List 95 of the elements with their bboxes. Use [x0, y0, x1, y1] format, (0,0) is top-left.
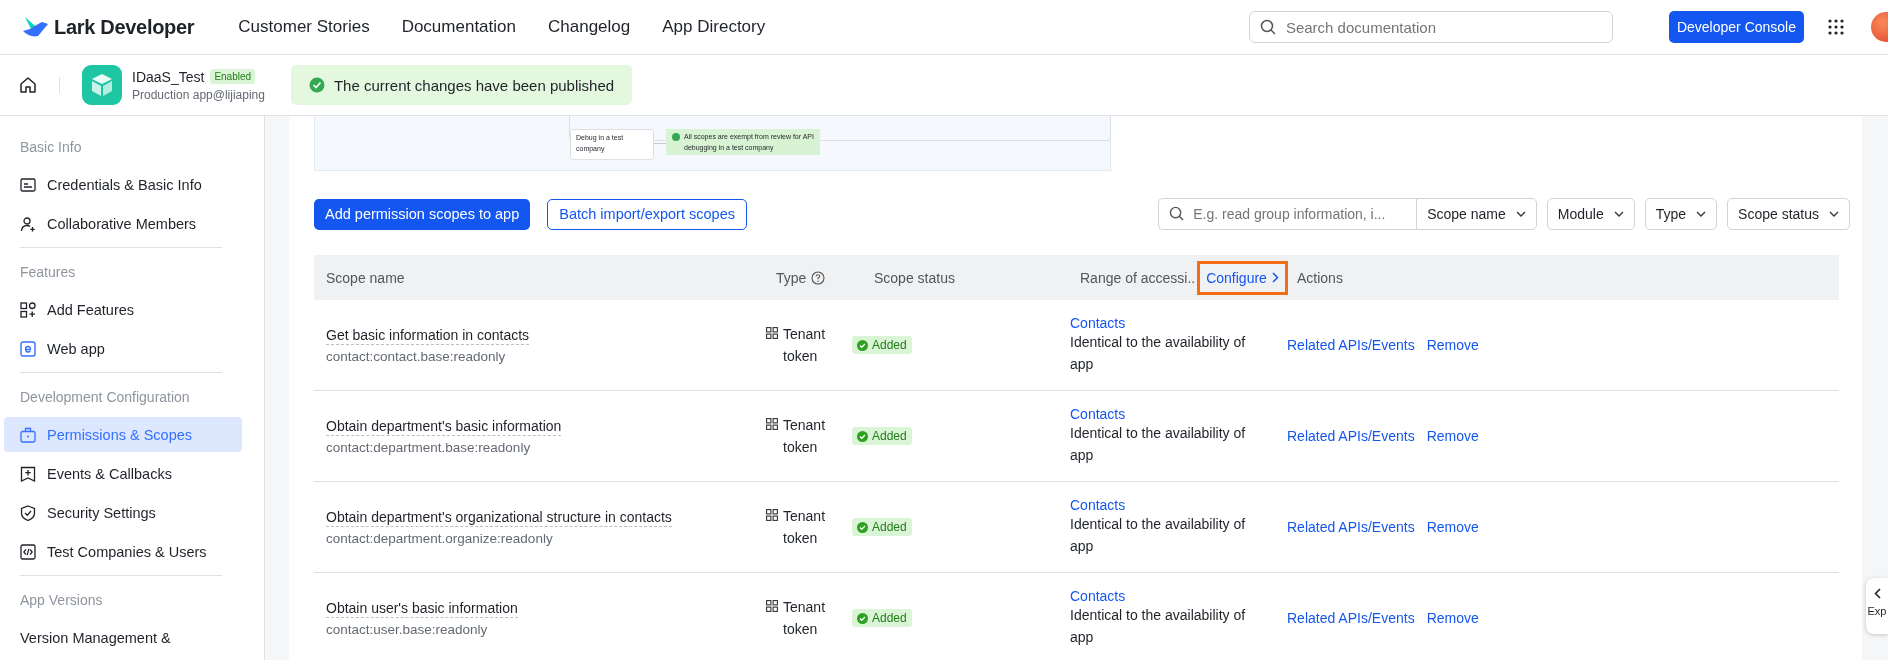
- section-heading: Basic Info: [19, 138, 83, 157]
- code-icon: [20, 543, 36, 560]
- scope-name: Obtain department's basic information: [326, 417, 562, 436]
- section-heading: App Versions: [19, 591, 104, 610]
- column-header: Range of accessi..: [1080, 269, 1196, 286]
- scope-name: Obtain department's organizational structure in contacts: [326, 508, 672, 527]
- add-scopes-button[interactable]: Add permission scopes to app: [314, 198, 531, 230]
- column-header: Actions: [1297, 269, 1343, 286]
- search-icon: [1169, 206, 1185, 221]
- range-description: Identical to the availability of app: [1070, 333, 1247, 374]
- token-type: Tenant token: [783, 416, 827, 457]
- add-grid-icon: [20, 301, 36, 318]
- column-header: Scope name: [326, 269, 405, 286]
- contacts-link[interactable]: Contacts: [1070, 406, 1283, 422]
- scope-key: contact:department.organize:readonly: [326, 531, 776, 546]
- status-tag: Enabled: [210, 69, 256, 84]
- scope-key: contact:contact.base:readonly: [326, 349, 776, 364]
- token-type: Tenant token: [783, 598, 827, 639]
- sidebar-item[interactable]: Add Features: [4, 292, 242, 327]
- scope-name: Get basic information in contacts: [326, 326, 530, 345]
- section-heading: Development Configuration: [19, 388, 191, 407]
- apps-grid-icon[interactable]: [1828, 19, 1844, 35]
- sidebar-item[interactable]: Test Companies & Users: [4, 534, 242, 569]
- app-subtitle: Production app@lijiaping: [132, 87, 265, 102]
- column-header: Scope status: [874, 269, 955, 286]
- filter-dropdown[interactable]: Type: [1644, 198, 1718, 230]
- action-link[interactable]: Remove: [1426, 610, 1479, 626]
- column-header: Type: [776, 269, 807, 286]
- search-field[interactable]: Search documentation: [1248, 11, 1613, 43]
- shield-icon: [20, 504, 36, 521]
- batch-import-export-button[interactable]: Batch import/export scopes: [547, 198, 747, 230]
- developer-console-button[interactable]: Developer Console: [1668, 11, 1804, 43]
- scope-key: contact:user.base:readonly: [326, 622, 776, 637]
- nav-link[interactable]: Documentation: [401, 17, 516, 37]
- toast-message: The current changes have been published: [333, 76, 615, 94]
- range-description: Identical to the availability of app: [1070, 515, 1247, 556]
- help-icon[interactable]: [811, 270, 826, 285]
- nav-link[interactable]: App Directory: [662, 17, 766, 37]
- status-tag: Added: [852, 518, 912, 536]
- action-link[interactable]: Related APIs/Events: [1287, 428, 1415, 444]
- action-link[interactable]: Remove: [1426, 428, 1479, 444]
- section-heading: Features: [19, 263, 77, 282]
- status-tag: Added: [852, 336, 912, 354]
- action-link[interactable]: Related APIs/Events: [1287, 337, 1415, 353]
- web-app-icon: [20, 340, 36, 357]
- nav-link[interactable]: Changelog: [548, 17, 631, 37]
- chevron-down-icon: [1829, 211, 1839, 217]
- token-type: Tenant token: [783, 507, 827, 548]
- sidebar-item[interactable]: Collaborative Members: [4, 206, 242, 241]
- filter-dropdown[interactable]: Scope name: [1416, 198, 1537, 230]
- filter-dropdown[interactable]: Module: [1546, 198, 1635, 230]
- sidebar-item[interactable]: Web app: [4, 331, 242, 366]
- grid-icon: [766, 327, 778, 339]
- chevron-left-icon: [1873, 588, 1881, 599]
- nav-link[interactable]: Customer Stories: [238, 17, 370, 37]
- app-cube-icon: [82, 65, 122, 105]
- action-link[interactable]: Related APIs/Events: [1287, 610, 1415, 626]
- logo-icon: [22, 16, 48, 38]
- sidebar-item[interactable]: Events & Callbacks: [4, 456, 242, 491]
- range-description: Identical to the availability of app: [1070, 424, 1247, 465]
- filter-dropdown[interactable]: Scope status: [1727, 198, 1850, 230]
- status-tag: Added: [852, 427, 912, 445]
- sidebar-item[interactable]: Permissions & Scopes: [4, 417, 242, 452]
- contacts-link[interactable]: Contacts: [1070, 497, 1283, 513]
- action-link[interactable]: Remove: [1426, 519, 1479, 535]
- chevron-down-icon: [1515, 211, 1526, 217]
- range-description: Identical to the availability of app: [1070, 606, 1247, 647]
- grid-icon: [766, 509, 778, 521]
- configure-link[interactable]: Configure: [1197, 260, 1288, 295]
- grid-icon: [766, 600, 778, 612]
- contacts-link[interactable]: Contacts: [1070, 315, 1283, 331]
- expand-tab[interactable]: Exp: [1866, 578, 1888, 634]
- briefcase-icon: [20, 426, 36, 443]
- brand-name[interactable]: Lark Developer: [54, 15, 195, 39]
- home-icon[interactable]: [19, 76, 37, 94]
- chevron-down-icon: [1613, 211, 1624, 217]
- token-type: Tenant token: [783, 325, 827, 366]
- chevron-down-icon: [1696, 211, 1707, 217]
- sidebar-item[interactable]: Credentials & Basic Info: [4, 167, 242, 202]
- card-icon: [20, 176, 36, 193]
- grid-icon: [766, 418, 778, 430]
- event-plus-icon: [20, 465, 36, 482]
- add-person-icon: [20, 215, 36, 232]
- contacts-link[interactable]: Contacts: [1070, 588, 1283, 604]
- search-icon: [1259, 19, 1276, 35]
- sidebar-item[interactable]: Security Settings: [4, 495, 242, 530]
- chevron-right-icon: [1271, 272, 1279, 283]
- action-link[interactable]: Remove: [1426, 337, 1479, 353]
- status-tag: Added: [852, 609, 912, 627]
- action-link[interactable]: Related APIs/Events: [1287, 519, 1415, 535]
- scope-name: Obtain user's basic information: [326, 599, 518, 618]
- app-name: IDaaS_Test: [132, 68, 205, 85]
- scope-key: contact:department.base:readonly: [326, 440, 776, 455]
- sidebar-item[interactable]: Version Management &: [4, 620, 242, 655]
- scope-search-field[interactable]: E.g. read group information, i...: [1158, 198, 1417, 230]
